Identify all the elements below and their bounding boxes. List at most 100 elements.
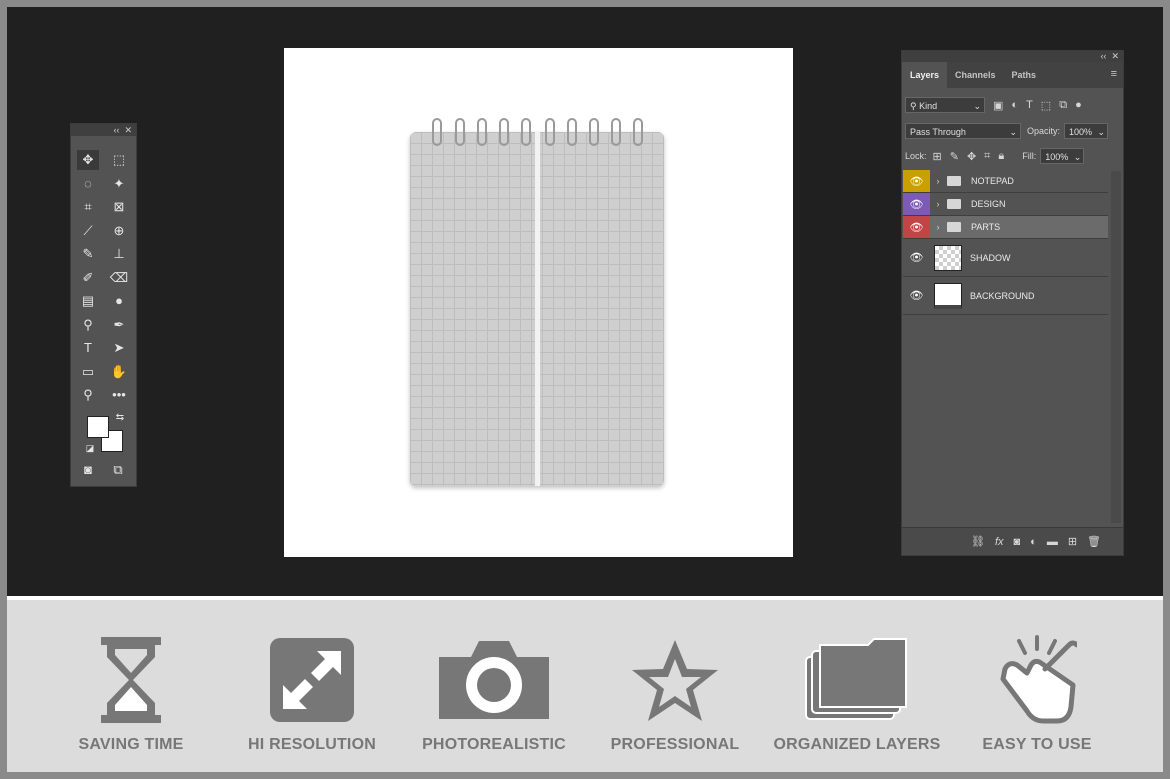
- feature-label: PHOTOREALISTIC: [422, 736, 566, 753]
- adjustment-layer-icon[interactable]: ◐: [1030, 536, 1037, 548]
- clone-stamp-icon[interactable]: ⊥: [108, 244, 130, 264]
- more-tools-icon[interactable]: •••: [108, 385, 130, 405]
- spiral-ring: [611, 118, 621, 146]
- pen-tool-icon[interactable]: ✒: [108, 315, 130, 335]
- dodge-tool-icon[interactable]: ⚲: [77, 315, 99, 335]
- path-selection-icon[interactable]: ➤: [108, 338, 130, 358]
- visibility-eye-icon[interactable]: 👁︎: [903, 239, 930, 276]
- opacity-value: 100%: [1069, 127, 1093, 137]
- blur-tool-icon[interactable]: ●: [108, 291, 130, 311]
- stacked-folders-icon: [767, 630, 947, 730]
- visibility-eye-icon[interactable]: 👁︎: [903, 216, 930, 238]
- feature-label: EASY TO USE: [982, 736, 1092, 753]
- lock-position-icon[interactable]: ✥: [967, 150, 976, 163]
- layer-name: BACKGROUND: [970, 290, 1035, 301]
- filter-kind-label: Kind: [919, 101, 938, 111]
- expand-chevron-icon[interactable]: ›: [933, 176, 943, 186]
- delete-layer-icon[interactable]: 🗑︎: [1087, 535, 1101, 548]
- eraser-tool-icon[interactable]: ⌫: [108, 268, 130, 288]
- rectangle-tool-icon[interactable]: ▭: [77, 362, 99, 382]
- default-colors-icon[interactable]: ◪: [79, 438, 101, 458]
- spiral-ring: [567, 118, 577, 146]
- tab-layers[interactable]: Layers: [902, 62, 948, 88]
- feature-label: ORGANIZED LAYERS: [773, 736, 941, 753]
- opacity-input[interactable]: 100% ⌄: [1064, 123, 1109, 139]
- brush-tool-icon[interactable]: ✎: [77, 244, 99, 264]
- filter-row: ⚲ Kind ⌄ ▣ ◐ T ⬚ ⧉ ●: [905, 95, 1119, 115]
- blend-mode-select[interactable]: Pass Through ⌄: [905, 123, 1021, 139]
- close-icon[interactable]: ✕: [124, 125, 132, 135]
- visibility-eye-icon[interactable]: 👁︎: [903, 277, 930, 314]
- adjustment-filter-icon[interactable]: ◐: [1011, 99, 1018, 111]
- spiral-ring: [545, 118, 555, 146]
- hand-tool-icon[interactable]: ✋: [108, 362, 130, 382]
- expand-chevron-icon[interactable]: ›: [933, 222, 943, 232]
- link-layers-icon[interactable]: ⛓: [971, 535, 985, 548]
- layer-row[interactable]: 👁︎ › PARTS: [903, 216, 1108, 239]
- collapse-icon[interactable]: ‹‹: [113, 125, 119, 135]
- crop-tool-icon[interactable]: ⌗: [77, 197, 99, 217]
- frame-tool-icon[interactable]: ⊠: [108, 197, 130, 217]
- feature-label: HI RESOLUTION: [248, 736, 376, 753]
- folder-icon: [947, 199, 961, 209]
- fill-input[interactable]: 100% ⌄: [1040, 148, 1085, 164]
- feature-item: HI RESOLUTION: [222, 630, 402, 754]
- star-icon: [585, 630, 765, 730]
- layer-row[interactable]: 👁︎ › DESIGN: [903, 193, 1108, 216]
- add-mask-icon[interactable]: ◙: [1014, 536, 1021, 548]
- opacity-label: Opacity:: [1027, 126, 1061, 136]
- swap-colors-icon[interactable]: ⇆: [109, 408, 131, 428]
- collapse-icon[interactable]: ‹‹: [1100, 51, 1106, 61]
- quick-mask-icon[interactable]: ◙: [77, 460, 99, 480]
- tab-paths[interactable]: Paths: [1004, 62, 1045, 88]
- close-icon[interactable]: ✕: [1111, 51, 1119, 61]
- lock-all-icon[interactable]: 🔒︎: [998, 150, 1004, 163]
- panel-menu-icon[interactable]: ≡: [1111, 68, 1117, 80]
- lock-transparent-icon[interactable]: ⊞: [933, 150, 942, 163]
- layer-row[interactable]: 👁︎ SHADOW: [903, 239, 1108, 277]
- filter-kind-select[interactable]: ⚲ Kind ⌄: [905, 97, 985, 113]
- fill-value: 100%: [1045, 152, 1069, 162]
- type-filter-icon[interactable]: T: [1026, 99, 1033, 111]
- lock-pixels-icon[interactable]: ✎: [950, 150, 959, 163]
- screen-mode-icon[interactable]: ⧉: [107, 460, 129, 480]
- spiral-ring: [455, 118, 465, 146]
- layers-scrollbar[interactable]: [1111, 171, 1121, 523]
- magic-wand-icon[interactable]: ✦: [108, 174, 130, 194]
- blend-mode-value: Pass Through: [910, 127, 966, 137]
- new-layer-icon[interactable]: ⊞: [1068, 535, 1077, 548]
- lasso-tool-icon[interactable]: ◌: [77, 174, 99, 194]
- layer-row[interactable]: 👁︎ › NOTEPAD: [903, 170, 1108, 193]
- history-brush-icon[interactable]: ✐: [77, 268, 99, 288]
- layers-panel-tabs: Layers Channels Paths ≡: [902, 62, 1123, 88]
- healing-brush-icon[interactable]: ⊕: [108, 221, 130, 241]
- visibility-eye-icon[interactable]: 👁︎: [903, 193, 930, 215]
- filter-toggle-icon[interactable]: ●: [1075, 99, 1082, 111]
- layer-style-icon[interactable]: fx: [995, 536, 1004, 548]
- gradient-tool-icon[interactable]: ▤: [77, 291, 99, 311]
- expand-chevron-icon[interactable]: ›: [933, 199, 943, 209]
- marquee-tool-icon[interactable]: ⬚: [108, 150, 130, 170]
- zoom-tool-icon[interactable]: ⚲: [77, 385, 99, 405]
- pixel-filter-icon[interactable]: ▣: [993, 99, 1003, 112]
- spiral-ring: [521, 118, 531, 146]
- lock-artboard-icon[interactable]: ⌗: [984, 150, 990, 163]
- new-group-icon[interactable]: ▬: [1047, 536, 1058, 548]
- layer-row[interactable]: 👁︎ BACKGROUND: [903, 277, 1108, 315]
- layer-name: NOTEPAD: [971, 176, 1014, 186]
- smart-object-filter-icon[interactable]: ⧉: [1059, 99, 1067, 112]
- visibility-eye-icon[interactable]: 👁︎: [903, 170, 930, 192]
- document-canvas[interactable]: [284, 48, 793, 557]
- eyedropper-icon[interactable]: ⟋: [77, 221, 99, 241]
- chevron-down-icon: ⌄: [1073, 152, 1082, 162]
- feature-item: SAVING TIME: [41, 630, 221, 754]
- camera-icon: [404, 630, 584, 730]
- tools-panel-header: ‹‹ ✕: [71, 124, 136, 136]
- type-tool-icon[interactable]: T: [77, 338, 99, 358]
- tab-channels[interactable]: Channels: [947, 62, 1004, 88]
- shape-filter-icon[interactable]: ⬚: [1041, 99, 1051, 112]
- feature-item: PROFESSIONAL: [585, 630, 765, 754]
- foreground-color-swatch[interactable]: [87, 416, 109, 438]
- tools-panel: ‹‹ ✕ ✥ ⬚ ◌ ✦ ⌗ ⊠ ⟋ ⊕ ✎ ⊥ ✐ ⌫ ▤ ● ⚲ ✒ T ➤ ▭ ✋ ⚲ ••• ⇆ ◪ ◙ ⧉: [70, 123, 137, 487]
- move-tool-icon[interactable]: ✥: [77, 150, 99, 170]
